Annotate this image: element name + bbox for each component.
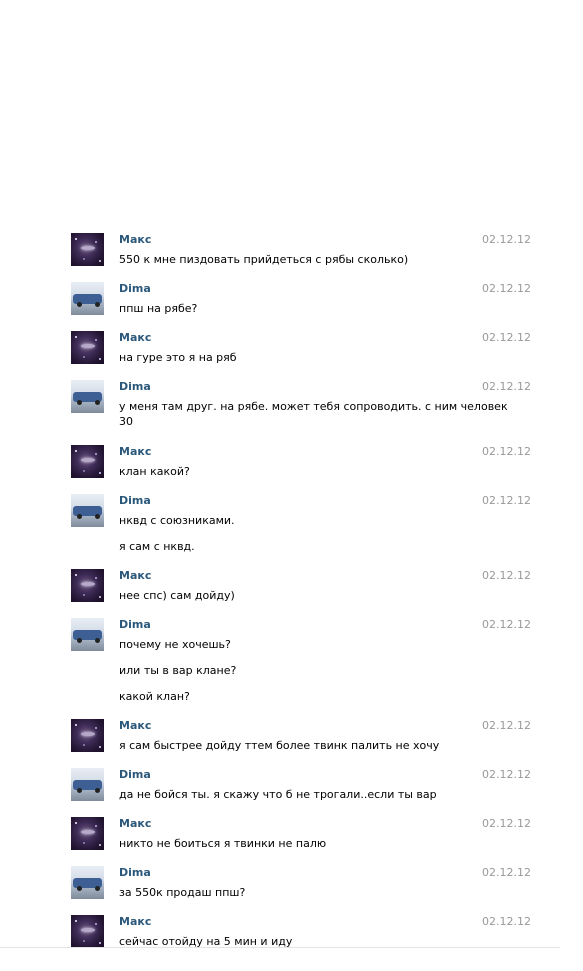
- message-text: я сам с нквд.: [119, 540, 195, 553]
- message-date: 02.12.12: [482, 282, 531, 295]
- message-text: 550 к мне пиздовать прийдеться с рябы ск…: [119, 253, 409, 266]
- message-date: 02.12.12: [482, 768, 531, 781]
- avatar[interactable]: [71, 569, 104, 602]
- message-text: нее спс) сам дойду): [119, 589, 235, 602]
- message-author[interactable]: Dima: [119, 768, 151, 781]
- message-author[interactable]: Dima: [119, 618, 151, 631]
- message-text: 30: [119, 415, 133, 428]
- avatar[interactable]: [71, 817, 104, 850]
- message-history: Макс 02.12.12 550 к мне пиздовать прийдеть…: [0, 0, 583, 971]
- message-date: 02.12.12: [482, 817, 531, 830]
- avatar[interactable]: [71, 445, 104, 478]
- message-text: никто не боиться я твинки не палю: [119, 837, 327, 850]
- message-text: ппш на рябе?: [119, 302, 198, 315]
- bottom-divider: [0, 944, 560, 948]
- avatar[interactable]: [71, 331, 104, 364]
- avatar[interactable]: [71, 719, 104, 752]
- message-date: 02.12.12: [482, 719, 531, 732]
- avatar[interactable]: [71, 768, 104, 801]
- avatar[interactable]: [71, 233, 104, 266]
- message-author[interactable]: Dima: [119, 866, 151, 879]
- message-text: почему не хочешь?: [119, 638, 231, 651]
- message-author[interactable]: Dima: [119, 380, 151, 393]
- message-text: или ты в вар клане?: [119, 664, 237, 677]
- message-date: 02.12.12: [482, 569, 531, 582]
- message-author[interactable]: Макс: [119, 445, 151, 458]
- avatar[interactable]: [71, 866, 104, 899]
- message-date: 02.12.12: [482, 618, 531, 631]
- message-text: на гуре это я на ряб: [119, 351, 237, 364]
- message-text: какой клан?: [119, 690, 190, 703]
- message-text: нквд с союзниками.: [119, 514, 235, 527]
- avatar[interactable]: [71, 494, 104, 527]
- message-author[interactable]: Dima: [119, 282, 151, 295]
- message-text: у меня там друг. на рябе. может тебя соп…: [119, 400, 508, 413]
- message-date: 02.12.12: [482, 380, 531, 393]
- message-date: 02.12.12: [482, 233, 531, 246]
- message-author[interactable]: Макс: [119, 233, 151, 246]
- message-text: я сам быстрее дойду ттем более твинк пал…: [119, 739, 440, 752]
- avatar[interactable]: [71, 282, 104, 315]
- avatar[interactable]: [71, 380, 104, 413]
- message-date: 02.12.12: [482, 915, 531, 928]
- message-text: за 550к продаш ппш?: [119, 886, 246, 899]
- message-date: 02.12.12: [482, 494, 531, 507]
- message-date: 02.12.12: [482, 445, 531, 458]
- message-author[interactable]: Макс: [119, 569, 151, 582]
- message-text: да не бойся ты. я скажу что б не трогали…: [119, 788, 437, 801]
- message-text: клан какой?: [119, 465, 190, 478]
- message-date: 02.12.12: [482, 866, 531, 879]
- message-author[interactable]: Макс: [119, 817, 151, 830]
- message-author[interactable]: Dima: [119, 494, 151, 507]
- avatar[interactable]: [71, 618, 104, 651]
- message-author[interactable]: Макс: [119, 331, 151, 344]
- message-author[interactable]: Макс: [119, 719, 151, 732]
- message-author[interactable]: Макс: [119, 915, 151, 928]
- message-date: 02.12.12: [482, 331, 531, 344]
